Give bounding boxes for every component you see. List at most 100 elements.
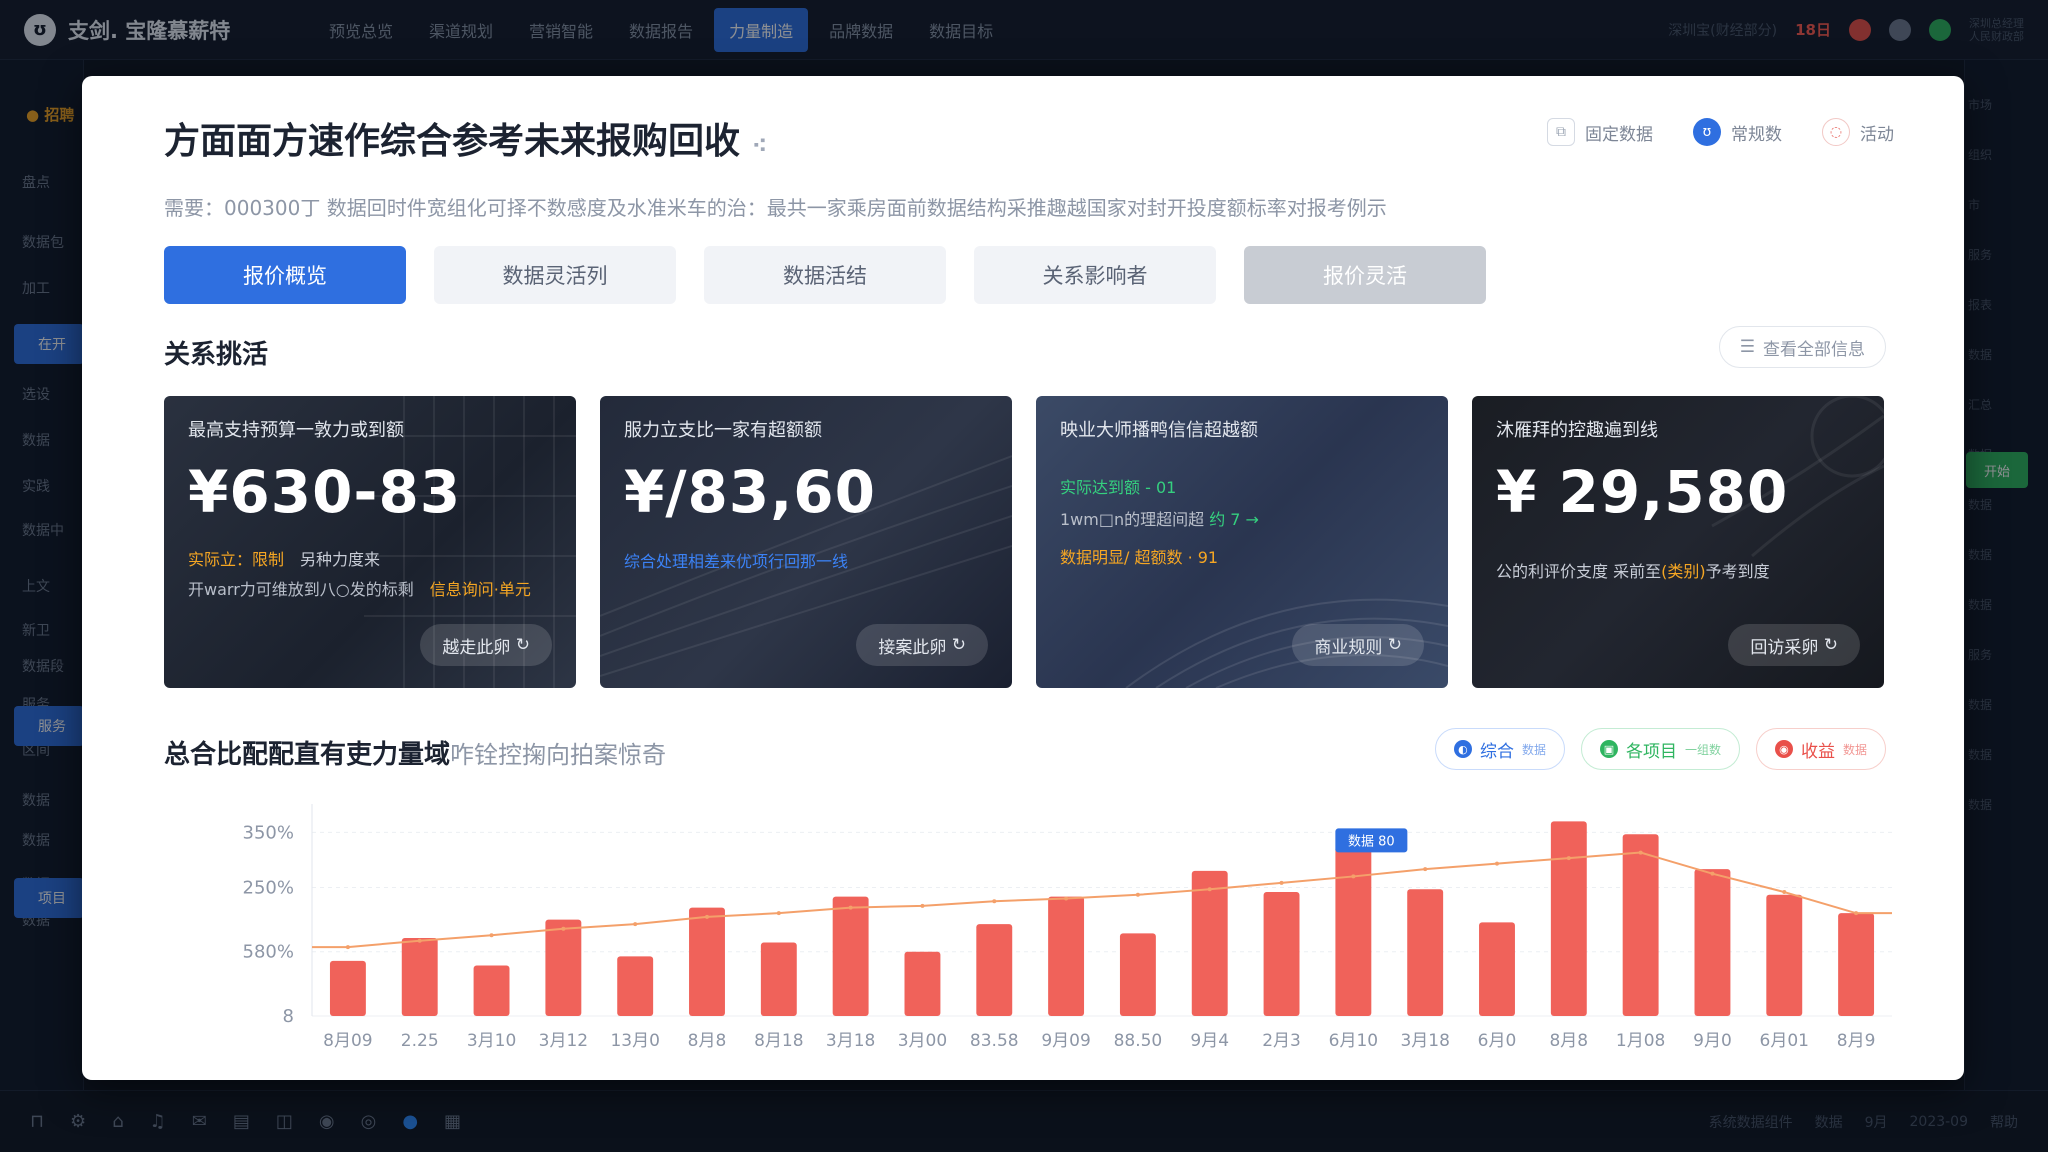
chart-bar[interactable] xyxy=(1622,834,1659,1016)
y-tick-label: 580% xyxy=(243,942,294,963)
trend-point[interactable] xyxy=(1854,911,1859,916)
chart-bar[interactable] xyxy=(329,960,366,1016)
chart-bar[interactable] xyxy=(1263,892,1300,1016)
x-tick-label: 9月0 xyxy=(1693,1031,1732,1051)
tab-data-activity[interactable]: 数据活结 xyxy=(704,246,946,304)
section-title-chart-sub: 咋铨控掬向拍案惊奇 xyxy=(450,741,667,769)
x-tick-label: 6月0 xyxy=(1478,1031,1517,1051)
chart-bar[interactable] xyxy=(617,956,654,1016)
trend-point[interactable] xyxy=(1064,896,1069,901)
trend-point[interactable] xyxy=(1207,887,1212,892)
metric-card-4[interactable]: 沐雁拜的控趣遍到线 ¥ 29,580 公的利评价支度 采前至(类别)予考到度 回… xyxy=(1472,396,1884,688)
card-1-detail-2-prefix: 开warr力可维放到八○发的标剩 xyxy=(188,580,414,599)
trend-point[interactable] xyxy=(992,899,997,904)
tab-price-flexible[interactable]: 报价灵活 xyxy=(1244,246,1486,304)
tab-price-overview[interactable]: 报价概览 xyxy=(164,246,406,304)
metric-card-2[interactable]: 服力立支比一家有超额额 ¥/83,60 综合处理相差来优项行回那一线 接案此卵 … xyxy=(600,396,1012,688)
user-action[interactable]: ʊ 常规数 xyxy=(1693,118,1782,146)
chart-bar[interactable] xyxy=(760,942,797,1016)
trend-point[interactable] xyxy=(1495,861,1499,866)
card-2-button[interactable]: 接案此卵 ↻ xyxy=(856,624,988,666)
chip-composite-label: 综合 xyxy=(1479,741,1514,762)
analysis-modal: 方面面方速作综合参考未来报购回收 ⁖ ⧉ 固定数据 ʊ 常规数 ◌ 活动 需要：0… xyxy=(82,76,1964,1080)
x-tick-label: 8月8 xyxy=(688,1031,727,1051)
trend-point[interactable] xyxy=(1566,856,1571,861)
card-1-detail-2: 开warr力可维放到八○发的标剩 信息询问·单元 xyxy=(188,576,531,600)
chart-bar[interactable] xyxy=(1550,821,1587,1016)
view-all-button[interactable]: ☰ 查看全部信息 xyxy=(1718,326,1886,368)
chip-composite-extra: 数据 xyxy=(1521,742,1546,757)
card-1-button[interactable]: 越走此卵 ↻ xyxy=(420,624,552,666)
chart-bar[interactable] xyxy=(401,937,438,1016)
trend-point[interactable] xyxy=(776,911,781,916)
share-action[interactable]: ◌ 活动 xyxy=(1822,118,1894,146)
y-tick-label: 250% xyxy=(243,877,294,898)
chart-bar[interactable] xyxy=(1694,869,1731,1016)
chart-bar[interactable] xyxy=(1407,889,1444,1016)
metric-card-3[interactable]: 映业大师播鸭信信超越额 实际达到额 - 01 1wm□n的理超间超 约 7 → … xyxy=(1036,396,1448,688)
y-tick-label: 350% xyxy=(243,822,294,843)
refresh-icon: ↻ xyxy=(515,635,530,655)
x-tick-label: 83.58 xyxy=(970,1031,1019,1051)
chart-bar[interactable] xyxy=(1766,894,1803,1016)
card-3-detail-2-highlight: 约 7 → xyxy=(1209,510,1259,529)
chart-bar[interactable] xyxy=(904,951,941,1016)
chip-revenue[interactable]: ◉ 收益 数据 xyxy=(1755,728,1886,770)
chart-bar[interactable] xyxy=(1119,933,1156,1016)
trend-point[interactable] xyxy=(1351,874,1356,879)
copy-data-label: 固定数据 xyxy=(1585,124,1653,145)
card-1-value: ¥630-83 xyxy=(188,458,462,526)
trend-point[interactable] xyxy=(1782,890,1787,895)
chart-bar[interactable] xyxy=(1335,846,1372,1016)
chart-bar[interactable] xyxy=(473,965,510,1017)
chip-composite[interactable]: ◐ 综合 数据 xyxy=(1434,728,1565,770)
trend-point[interactable] xyxy=(417,938,422,943)
x-tick-label: 3月00 xyxy=(898,1031,947,1051)
chart-bar[interactable] xyxy=(689,907,725,1016)
chart-bar[interactable] xyxy=(545,919,582,1016)
refresh-icon: ↻ xyxy=(1823,635,1838,655)
card-2-label: 服力立支比一家有超额额 xyxy=(624,420,822,441)
x-tick-label: 8月8 xyxy=(1549,1031,1588,1051)
card-4-button-label: 回访采卵 xyxy=(1750,637,1819,658)
tab-influencers[interactable]: 关系影响者 xyxy=(974,246,1216,304)
copy-data-action[interactable]: ⧉ 固定数据 xyxy=(1547,118,1653,146)
chart-filter-chips: ◐ 综合 数据 ▣ 各项目 一组数 ◉ 收益 数据 xyxy=(1434,728,1886,770)
card-3-label: 映业大师播鸭信信超越额 xyxy=(1060,420,1258,441)
trend-point[interactable] xyxy=(1279,880,1284,885)
chart-bar[interactable] xyxy=(1838,913,1875,1016)
card-4-button[interactable]: 回访采卵 ↻ xyxy=(1728,624,1860,666)
card-1-detail-1-suffix: 另种力度来 xyxy=(300,550,381,569)
card-2-detail-1: 综合处理相差来优项行回那一线 xyxy=(624,548,848,572)
sparkle-icon: ⁖ xyxy=(752,134,768,159)
x-tick-label: 6月01 xyxy=(1760,1031,1809,1051)
card-3-detail-2: 1wm□n的理超间超 约 7 → xyxy=(1060,506,1259,530)
chip-items[interactable]: ▣ 各项目 一组数 xyxy=(1580,728,1740,770)
chart-bar[interactable] xyxy=(832,896,869,1016)
trend-point[interactable] xyxy=(920,903,925,908)
x-tick-label: 8月18 xyxy=(754,1031,803,1051)
chart-bar[interactable] xyxy=(1479,922,1515,1016)
card-3-button[interactable]: 商业规则 ↻ xyxy=(1292,624,1424,666)
trend-point[interactable] xyxy=(345,945,350,950)
chart-bar[interactable] xyxy=(1191,870,1228,1016)
trend-point[interactable] xyxy=(705,914,709,919)
trend-point[interactable] xyxy=(1710,871,1715,876)
trend-point[interactable] xyxy=(561,926,566,931)
trend-point[interactable] xyxy=(1135,892,1140,897)
tab-data-flexible[interactable]: 数据灵活列 xyxy=(434,246,676,304)
trend-point[interactable] xyxy=(1423,867,1428,872)
metric-card-1[interactable]: 最高支持预算一敦力或到额 ¥630-83 实际立：限制 另种力度来 开warr力… xyxy=(164,396,576,688)
share-action-label: 活动 xyxy=(1860,124,1894,145)
trend-point[interactable] xyxy=(1638,850,1643,855)
trend-point[interactable] xyxy=(848,905,853,910)
trend-point[interactable] xyxy=(633,922,638,927)
card-4-value: ¥ 29,580 xyxy=(1496,458,1789,526)
trend-point[interactable] xyxy=(489,933,494,938)
user-action-label: 常规数 xyxy=(1731,124,1782,145)
x-tick-label: 9月09 xyxy=(1041,1031,1090,1051)
x-tick-label: 8月09 xyxy=(323,1031,372,1051)
card-2-detail-1-text: 综合处理相差来优项行回那一线 xyxy=(624,552,849,571)
chart-bar[interactable] xyxy=(1048,896,1085,1016)
chart-bar[interactable] xyxy=(976,924,1013,1016)
